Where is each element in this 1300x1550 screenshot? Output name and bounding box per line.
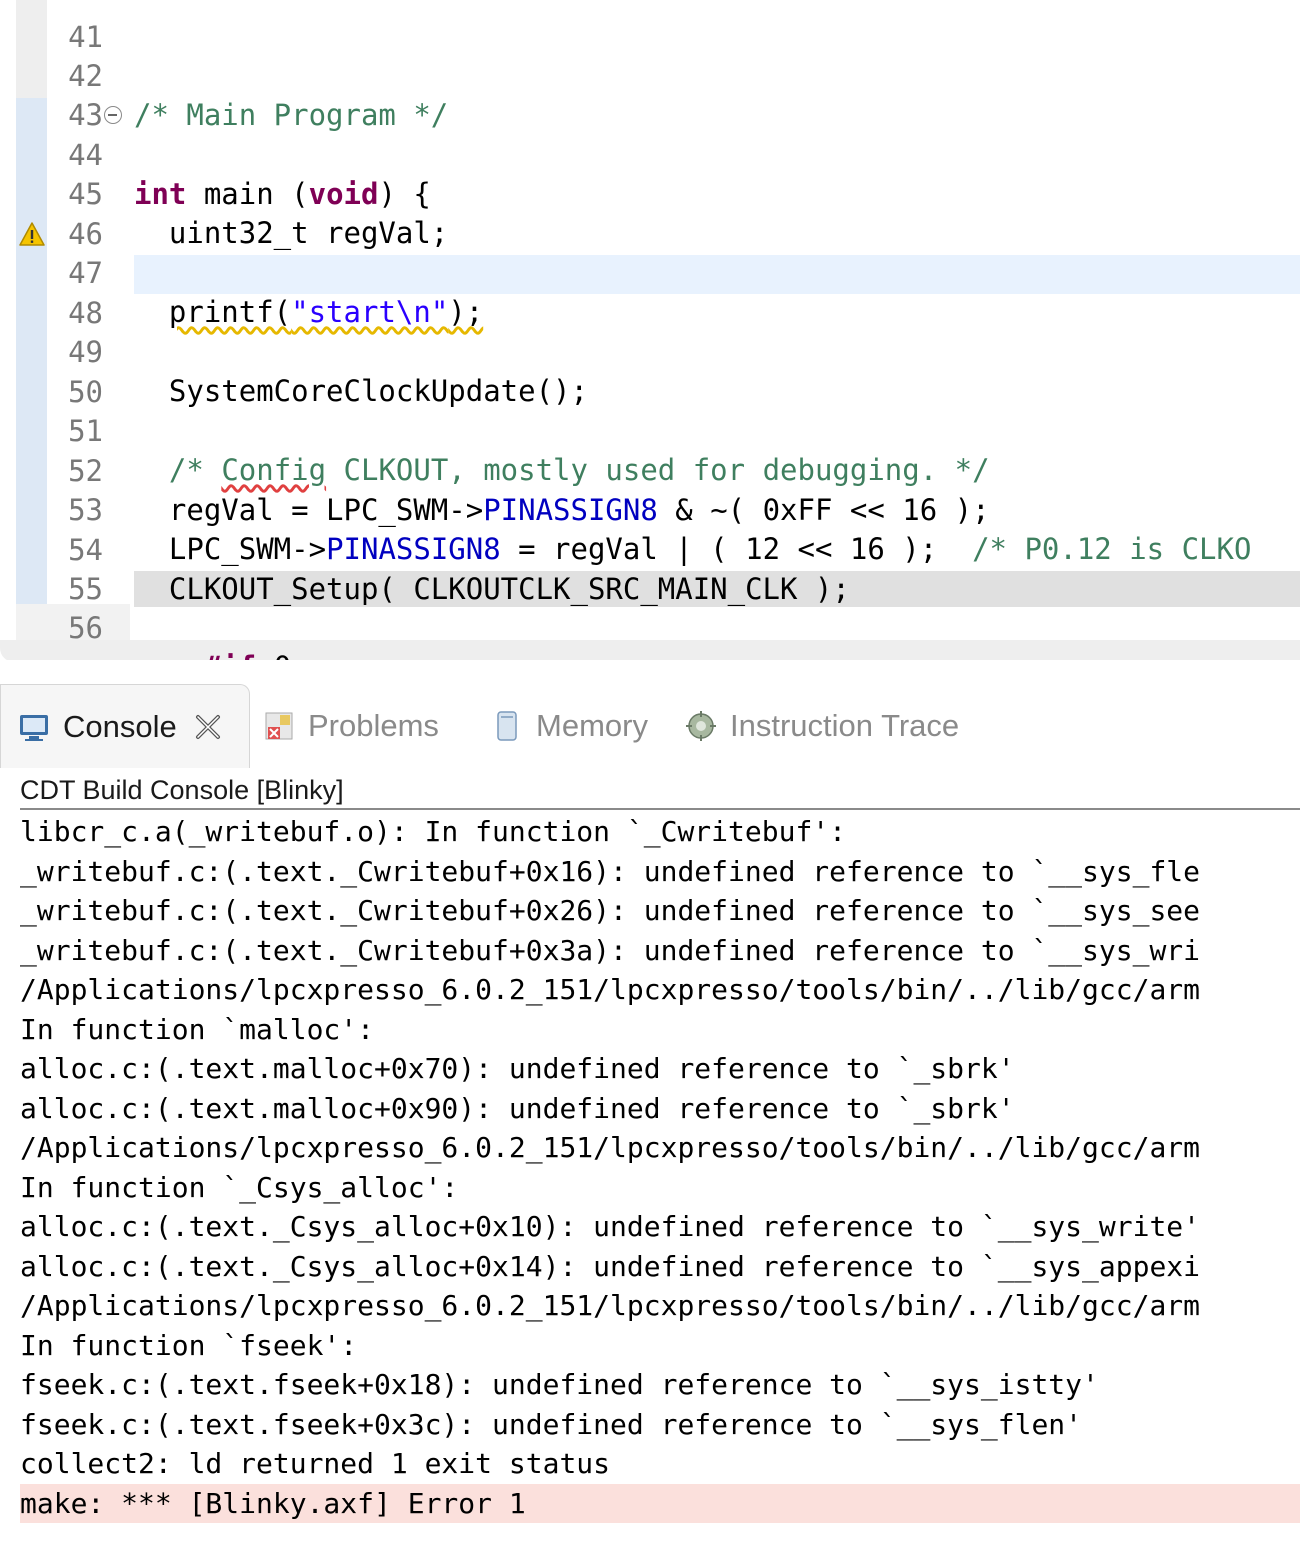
console-line: alloc.c:(.text.malloc+0x70): undefined r… xyxy=(20,1052,1015,1085)
tab-console[interactable]: Console xyxy=(0,684,250,768)
tab-label: Console xyxy=(63,708,177,744)
code-line[interactable]: 53 LPC_SWM->PINASSIGN8 = regVal | ( 12 <… xyxy=(0,451,1300,567)
code-line[interactable]: 56 #if 0 xyxy=(0,569,1300,661)
code-line[interactable]: 55 xyxy=(0,530,1300,606)
code-line[interactable]: 47 printf("start\n"); xyxy=(0,214,1300,330)
console-error-line: make: *** [Blinky.axf] Error 1 xyxy=(20,1483,1300,1523)
code-line[interactable]: 42 /* Main Program */ xyxy=(0,17,1300,133)
console-line: _writebuf.c:(.text._Cwritebuf+0x26): und… xyxy=(20,894,1201,927)
console-line: /Applications/lpcxpresso_6.0.2_151/lpcxp… xyxy=(20,1289,1201,1322)
console-line: alloc.c:(.text._Csys_alloc+0x14): undefi… xyxy=(20,1249,1201,1283)
console-line: In function `_Csys_alloc': xyxy=(20,1170,459,1204)
code-line[interactable]: 48 xyxy=(0,254,1300,330)
tab-problems[interactable]: Problems xyxy=(262,684,439,768)
code-line[interactable]: 43 xyxy=(0,56,1300,132)
console-line: alloc.c:(.text.malloc+0x90): undefined r… xyxy=(20,1091,1015,1125)
code-line[interactable]: 50 xyxy=(0,333,1300,409)
console-line: /Applications/lpcxpresso_6.0.2_151/lpcxp… xyxy=(20,973,1201,1006)
console-line: fseek.c:(.text.fseek+0x3c): undefined re… xyxy=(20,1407,1083,1441)
code-line[interactable]: 51 /* Config CLKOUT, mostly used for deb… xyxy=(0,372,1300,488)
console-line: _writebuf.c:(.text._Cwritebuf+0x16): und… xyxy=(20,854,1201,888)
warning-icon[interactable] xyxy=(19,221,45,247)
console-line: In function `malloc': xyxy=(20,1012,375,1046)
console-line: libcr_c.a(_writebuf.o): In function `_Cw… xyxy=(20,815,847,848)
tab-label: Instruction Trace xyxy=(730,708,960,743)
console-line: collect2: ld returned 1 exit status xyxy=(20,1447,611,1480)
code-line[interactable]: 52 regVal = LPC_SWM->PINASSIGN8 & ~( 0xF… xyxy=(0,412,1300,528)
code-line[interactable]: 54 CLKOUT_Setup( CLKOUTCLK_SRC_MAIN_CLK … xyxy=(0,491,1300,607)
tab-label: Memory xyxy=(536,708,648,743)
problems-icon xyxy=(265,712,293,740)
code-line[interactable]: 44 int main (void) { xyxy=(0,96,1300,212)
instruction-trace-icon xyxy=(686,711,716,741)
code-line[interactable]: 46 xyxy=(0,175,1300,251)
console-line: /Applications/lpcxpresso_6.0.2_151/lpcxp… xyxy=(20,1131,1201,1164)
console-line: _writebuf.c:(.text._Cwritebuf+0x3a): und… xyxy=(20,933,1201,967)
close-icon[interactable] xyxy=(193,712,223,742)
console-line: fseek.c:(.text.fseek+0x18): undefined re… xyxy=(20,1368,1099,1401)
console-output[interactable]: libcr_c.a(_writebuf.o): In function `_Cw… xyxy=(0,812,1300,1550)
memory-icon xyxy=(497,711,517,741)
code-editor[interactable]: 41 42 /* Main Program */ 43 44 int main … xyxy=(0,0,1300,660)
line-number: 56 xyxy=(68,610,103,645)
code-line: 41 xyxy=(0,0,1300,54)
code-line[interactable]: 45 uint32_t regVal; xyxy=(0,135,1300,251)
console-icon xyxy=(20,714,48,741)
tab-instruction-trace[interactable]: Instruction Trace xyxy=(684,684,959,768)
tab-label: Problems xyxy=(308,708,439,743)
code-line[interactable]: 49 SystemCoreClockUpdate(); xyxy=(0,293,1300,409)
console-title: CDT Build Console [Blinky] xyxy=(20,772,1300,810)
view-tab-bar: Console Problems Memory Instruction Trac… xyxy=(0,684,1300,772)
console-line: In function `fseek': xyxy=(20,1328,358,1362)
code-text[interactable]: #if 0 xyxy=(134,648,291,660)
console-line: alloc.c:(.text._Csys_alloc+0x10): undefi… xyxy=(20,1210,1201,1243)
fold-collapse-icon[interactable] xyxy=(104,106,122,124)
tab-memory[interactable]: Memory xyxy=(490,684,648,768)
